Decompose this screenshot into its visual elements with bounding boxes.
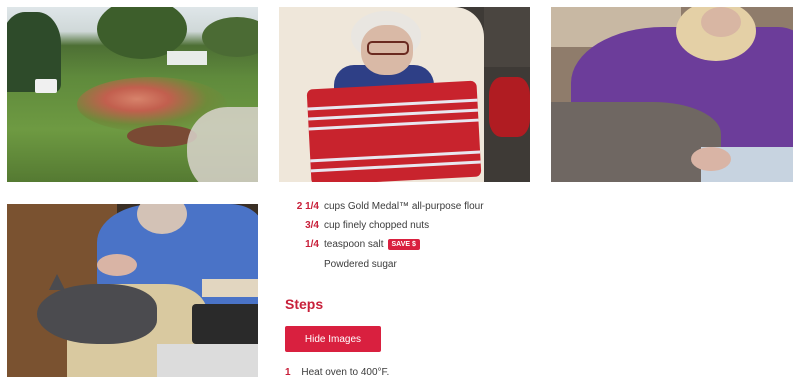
hide-images-button[interactable]: Hide Images [285, 326, 381, 352]
step-number: 1 [285, 367, 291, 377]
purple-shirt-photo [551, 7, 793, 182]
save-badge[interactable]: SAVE $ [387, 238, 420, 250]
recipe-panel: 2 1/4 cups Gold Medal™ all-purpose flour… [279, 196, 530, 377]
ingredient-row: 3/4 cup finely chopped nuts [279, 218, 429, 232]
ingredient-description: teaspoon salt [324, 238, 384, 250]
ingredient-description: cups Gold Medal™ all-purpose flour [324, 200, 484, 212]
ingredient-quantity: 3/4 [305, 219, 319, 231]
steps-heading: Steps [285, 296, 324, 312]
cat-on-lap-photo [7, 204, 258, 377]
ingredient-row: 2 1/4 cups Gold Medal™ all-purpose flour [279, 199, 484, 213]
ingredient-row: Powdered sugar [279, 257, 397, 271]
ingredient-description: Powdered sugar [324, 258, 397, 270]
step-text: Heat oven to 400°F. [301, 367, 390, 377]
ingredient-description: cup finely chopped nuts [324, 219, 430, 231]
woman-with-red-pillow-photo [279, 7, 530, 182]
ingredient-quantity: 1/4 [305, 238, 319, 250]
step-item: 1 Heat oven to 400°F. [285, 367, 389, 377]
garden-photo [7, 7, 258, 182]
ingredient-row: 1/4 teaspoon salt SAVE $ [279, 237, 420, 251]
ingredient-quantity: 2 1/4 [296, 200, 319, 212]
